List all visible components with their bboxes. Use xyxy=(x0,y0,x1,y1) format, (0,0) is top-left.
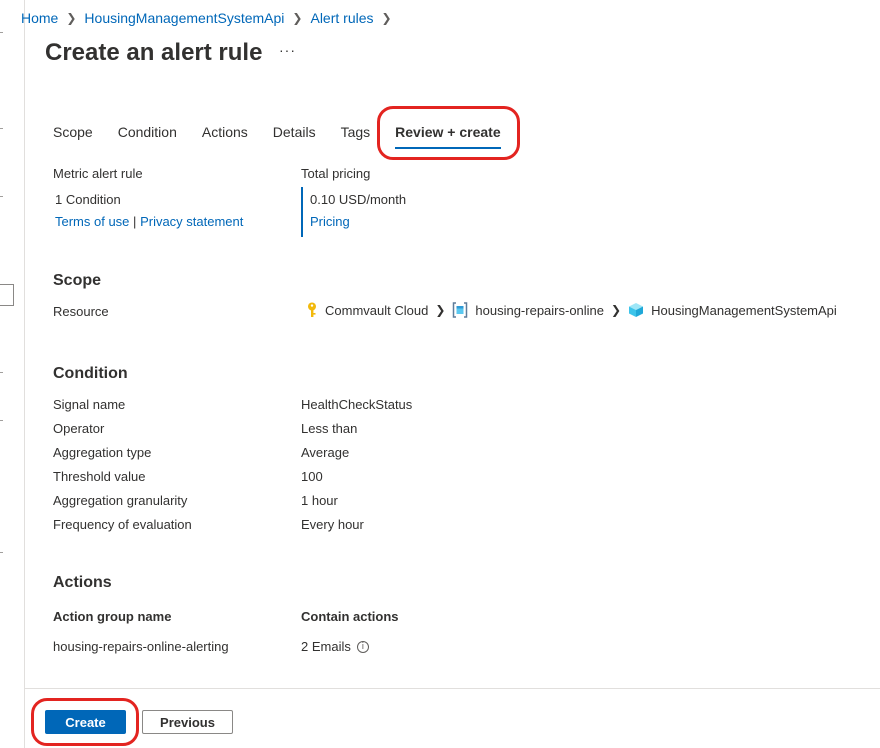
condition-row: Operator Less than xyxy=(53,421,357,436)
condition-row: Aggregation granularity 1 hour xyxy=(53,493,338,508)
pricing-label: Total pricing xyxy=(301,166,371,181)
resource-name: HousingManagementSystemApi xyxy=(651,302,837,318)
pricing-link[interactable]: Pricing xyxy=(310,214,406,229)
resource-path-subscription: Commvault Cloud xyxy=(306,302,428,318)
condition-row: Signal name HealthCheckStatus xyxy=(53,397,412,412)
resource-label: Resource xyxy=(53,304,109,319)
chevron-right-icon: ❯ xyxy=(66,11,77,25)
resource-path-resource: HousingManagementSystemApi xyxy=(628,302,837,318)
previous-button[interactable]: Previous xyxy=(142,710,233,734)
condition-label: Aggregation granularity xyxy=(53,493,188,508)
link-separator: | xyxy=(133,214,137,229)
breadcrumb-home-link[interactable]: Home xyxy=(21,10,58,26)
pricing-box: 0.10 USD/month Pricing xyxy=(301,187,406,237)
rule-summary: Metric alert rule 1 Condition Terms of u… xyxy=(53,166,243,229)
page-title: Create an alert rule xyxy=(45,39,263,66)
condition-label: Aggregation type xyxy=(53,445,152,460)
strip-mark xyxy=(0,196,3,197)
breadcrumb-alert-rules-link[interactable]: Alert rules xyxy=(310,10,373,26)
resource-path: Commvault Cloud ❯ housing-repairs-online… xyxy=(306,302,837,318)
subscription-name: Commvault Cloud xyxy=(325,302,429,318)
terms-of-use-link[interactable]: Terms of use xyxy=(55,214,129,229)
condition-row: Frequency of evaluation Every hour xyxy=(53,517,364,532)
action-group-name: housing-repairs-online-alerting xyxy=(53,639,229,654)
tab-details[interactable]: Details xyxy=(273,124,316,149)
tab-actions[interactable]: Actions xyxy=(202,124,248,149)
legal-links: Terms of use | Privacy statement xyxy=(53,214,243,229)
privacy-statement-link[interactable]: Privacy statement xyxy=(140,214,243,229)
condition-label: Signal name xyxy=(53,397,126,412)
chevron-right-icon: ❯ xyxy=(292,11,303,25)
chevron-right-icon: ❯ xyxy=(435,303,446,317)
strip-mark xyxy=(0,552,3,553)
condition-row: Aggregation type Average xyxy=(53,445,349,460)
condition-label: Operator xyxy=(53,421,105,436)
strip-mark xyxy=(0,128,3,129)
condition-value: 1 hour xyxy=(301,493,338,508)
annotation-highlight-create-button xyxy=(31,698,139,746)
more-options-button[interactable]: ··· xyxy=(279,42,296,58)
condition-value: HealthCheckStatus xyxy=(301,397,413,412)
annotation-highlight-review-tab xyxy=(377,106,520,160)
condition-count: 1 Condition xyxy=(55,192,121,207)
tab-scope[interactable]: Scope xyxy=(53,124,93,149)
scope-resource-row: Resource xyxy=(53,304,301,319)
scope-section-title: Scope xyxy=(53,272,102,289)
strip-mark xyxy=(0,372,3,373)
condition-section-title: Condition xyxy=(53,365,128,382)
key-icon xyxy=(308,302,316,317)
breadcrumb-resource-link[interactable]: HousingManagementSystemApi xyxy=(84,10,284,26)
app-insights-cube-icon xyxy=(629,303,644,317)
info-icon[interactable]: i xyxy=(356,640,369,653)
strip-mark xyxy=(0,420,3,421)
contain-actions-column-header: Contain actions xyxy=(301,609,399,624)
chevron-right-icon: ❯ xyxy=(611,303,622,317)
resource-group-icon xyxy=(453,302,468,318)
rule-type-label: Metric alert rule xyxy=(53,166,143,181)
condition-value: Every hour xyxy=(301,517,364,532)
condition-value: Average xyxy=(301,445,350,460)
table-row: housing-repairs-online-alerting 2 Emails… xyxy=(53,639,369,654)
tab-tags[interactable]: Tags xyxy=(341,124,371,149)
resource-group-name: housing-repairs-online xyxy=(475,302,605,318)
tab-condition[interactable]: Condition xyxy=(118,124,177,149)
contained-actions-value: 2 Emails xyxy=(301,639,351,654)
condition-value: Less than xyxy=(301,421,358,436)
condition-value: 100 xyxy=(301,469,323,484)
breadcrumb: Home ❯ HousingManagementSystemApi ❯ Aler… xyxy=(21,10,400,26)
condition-row: Threshold value 100 xyxy=(53,469,323,484)
price-value: 0.10 USD/month xyxy=(310,192,407,207)
chevron-right-icon: ❯ xyxy=(381,11,392,25)
action-group-column-header: Action group name xyxy=(53,609,172,624)
strip-input-edge xyxy=(0,284,14,306)
condition-label: Frequency of evaluation xyxy=(53,517,192,532)
condition-label: Threshold value xyxy=(53,469,146,484)
resource-path-group: housing-repairs-online xyxy=(452,302,604,318)
strip-mark xyxy=(0,32,3,33)
background-blade-strip xyxy=(0,0,25,748)
actions-table-header: Action group name Contain actions xyxy=(53,609,399,624)
pricing-summary: Total pricing 0.10 USD/month Pricing xyxy=(301,166,406,237)
actions-section-title: Actions xyxy=(53,574,112,591)
